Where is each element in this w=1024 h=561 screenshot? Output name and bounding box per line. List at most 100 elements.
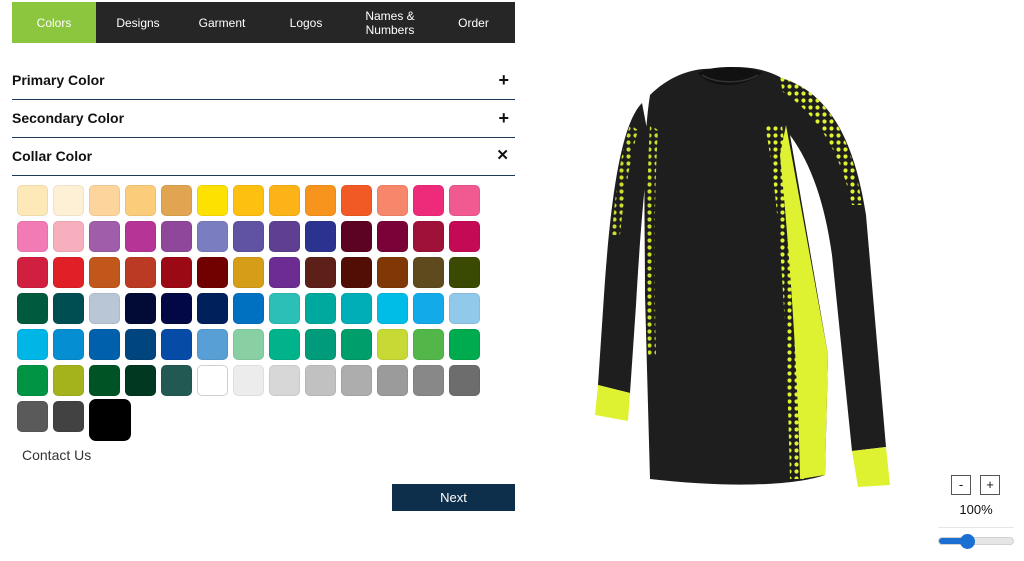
next-button[interactable]: Next — [392, 484, 515, 511]
color-swatch[interactable] — [377, 257, 408, 288]
color-swatch[interactable] — [413, 293, 444, 324]
color-swatch[interactable] — [161, 257, 192, 288]
color-swatch[interactable] — [197, 365, 228, 396]
color-swatch[interactable] — [413, 221, 444, 252]
color-swatch[interactable] — [89, 399, 131, 441]
color-swatch[interactable] — [125, 257, 156, 288]
color-swatch[interactable] — [197, 293, 228, 324]
color-swatch[interactable] — [53, 257, 84, 288]
color-swatch[interactable] — [233, 293, 264, 324]
color-swatch[interactable] — [377, 293, 408, 324]
color-swatch[interactable] — [161, 365, 192, 396]
color-swatch[interactable] — [413, 257, 444, 288]
color-swatch[interactable] — [161, 293, 192, 324]
color-swatch[interactable] — [161, 329, 192, 360]
zoom-slider-thumb[interactable] — [960, 534, 976, 549]
color-swatch[interactable] — [341, 185, 372, 216]
zoom-slider[interactable] — [938, 534, 1014, 549]
contact-us-link[interactable]: Contact Us — [22, 447, 91, 463]
tab-garment[interactable]: Garment — [180, 2, 264, 43]
color-swatch[interactable] — [449, 221, 480, 252]
color-swatch[interactable] — [161, 185, 192, 216]
color-swatch[interactable] — [53, 365, 84, 396]
color-swatch[interactable] — [17, 365, 48, 396]
color-swatch[interactable] — [305, 185, 336, 216]
color-swatch[interactable] — [197, 329, 228, 360]
color-swatch[interactable] — [377, 185, 408, 216]
color-swatch[interactable] — [89, 257, 120, 288]
plus-icon[interactable]: + — [498, 109, 509, 127]
color-swatch[interactable] — [53, 329, 84, 360]
color-swatch[interactable] — [377, 329, 408, 360]
color-swatch[interactable] — [233, 185, 264, 216]
color-swatch[interactable] — [197, 185, 228, 216]
color-swatch[interactable] — [413, 185, 444, 216]
color-swatch[interactable] — [125, 329, 156, 360]
color-swatch[interactable] — [89, 185, 120, 216]
color-swatch[interactable] — [449, 329, 480, 360]
color-swatch[interactable] — [305, 221, 336, 252]
color-swatch[interactable] — [341, 293, 372, 324]
color-swatch[interactable] — [233, 329, 264, 360]
zoom-in-button[interactable]: + — [980, 475, 1000, 495]
color-swatch[interactable] — [89, 293, 120, 324]
color-swatch[interactable] — [269, 293, 300, 324]
zoom-out-button[interactable]: - — [951, 475, 971, 495]
color-swatch[interactable] — [125, 293, 156, 324]
color-swatch[interactable] — [413, 365, 444, 396]
color-swatch[interactable] — [53, 293, 84, 324]
color-swatch[interactable] — [125, 185, 156, 216]
color-swatch[interactable] — [449, 293, 480, 324]
color-swatch[interactable] — [377, 365, 408, 396]
color-swatch[interactable] — [449, 365, 480, 396]
color-swatch[interactable] — [269, 257, 300, 288]
color-swatch[interactable] — [413, 329, 444, 360]
tab-logos[interactable]: Logos — [264, 2, 348, 43]
color-swatch[interactable] — [233, 257, 264, 288]
color-swatch[interactable] — [233, 221, 264, 252]
color-swatch[interactable] — [53, 221, 84, 252]
color-swatch[interactable] — [125, 221, 156, 252]
color-swatch[interactable] — [89, 365, 120, 396]
color-swatch[interactable] — [269, 365, 300, 396]
color-swatch[interactable] — [341, 365, 372, 396]
color-swatch[interactable] — [17, 257, 48, 288]
color-swatch[interactable] — [17, 293, 48, 324]
color-swatch[interactable] — [377, 221, 408, 252]
color-swatch[interactable] — [305, 329, 336, 360]
color-swatch[interactable] — [341, 329, 372, 360]
color-swatch[interactable] — [341, 221, 372, 252]
color-swatch[interactable] — [233, 365, 264, 396]
color-swatch[interactable] — [125, 365, 156, 396]
jersey-preview[interactable] — [590, 55, 910, 495]
tab-order[interactable]: Order — [432, 2, 515, 43]
color-swatch[interactable] — [17, 401, 48, 432]
color-swatch[interactable] — [17, 221, 48, 252]
color-swatch[interactable] — [269, 329, 300, 360]
collar-color-header[interactable]: Collar Color ✕ — [12, 137, 515, 176]
color-swatch[interactable] — [305, 293, 336, 324]
tab-colors[interactable]: Colors — [12, 2, 96, 43]
color-swatch[interactable] — [17, 185, 48, 216]
color-swatch[interactable] — [197, 221, 228, 252]
color-swatch[interactable] — [53, 401, 84, 432]
color-swatch[interactable] — [449, 257, 480, 288]
color-swatch[interactable] — [341, 257, 372, 288]
color-swatch[interactable] — [305, 365, 336, 396]
color-swatch[interactable] — [449, 185, 480, 216]
color-swatch[interactable] — [269, 221, 300, 252]
plus-icon[interactable]: + — [498, 71, 509, 89]
color-swatch[interactable] — [89, 329, 120, 360]
color-swatch[interactable] — [305, 257, 336, 288]
color-swatch[interactable] — [161, 221, 192, 252]
color-swatch[interactable] — [53, 185, 84, 216]
color-swatch[interactable] — [269, 185, 300, 216]
primary-color-header[interactable]: Primary Color + — [12, 61, 515, 100]
color-swatch[interactable] — [197, 257, 228, 288]
tab-names-numbers[interactable]: Names & Numbers — [348, 2, 432, 43]
color-swatch[interactable] — [89, 221, 120, 252]
secondary-color-header[interactable]: Secondary Color + — [12, 99, 515, 138]
close-icon[interactable]: ✕ — [496, 147, 509, 165]
tab-designs[interactable]: Designs — [96, 2, 180, 43]
color-swatch[interactable] — [17, 329, 48, 360]
